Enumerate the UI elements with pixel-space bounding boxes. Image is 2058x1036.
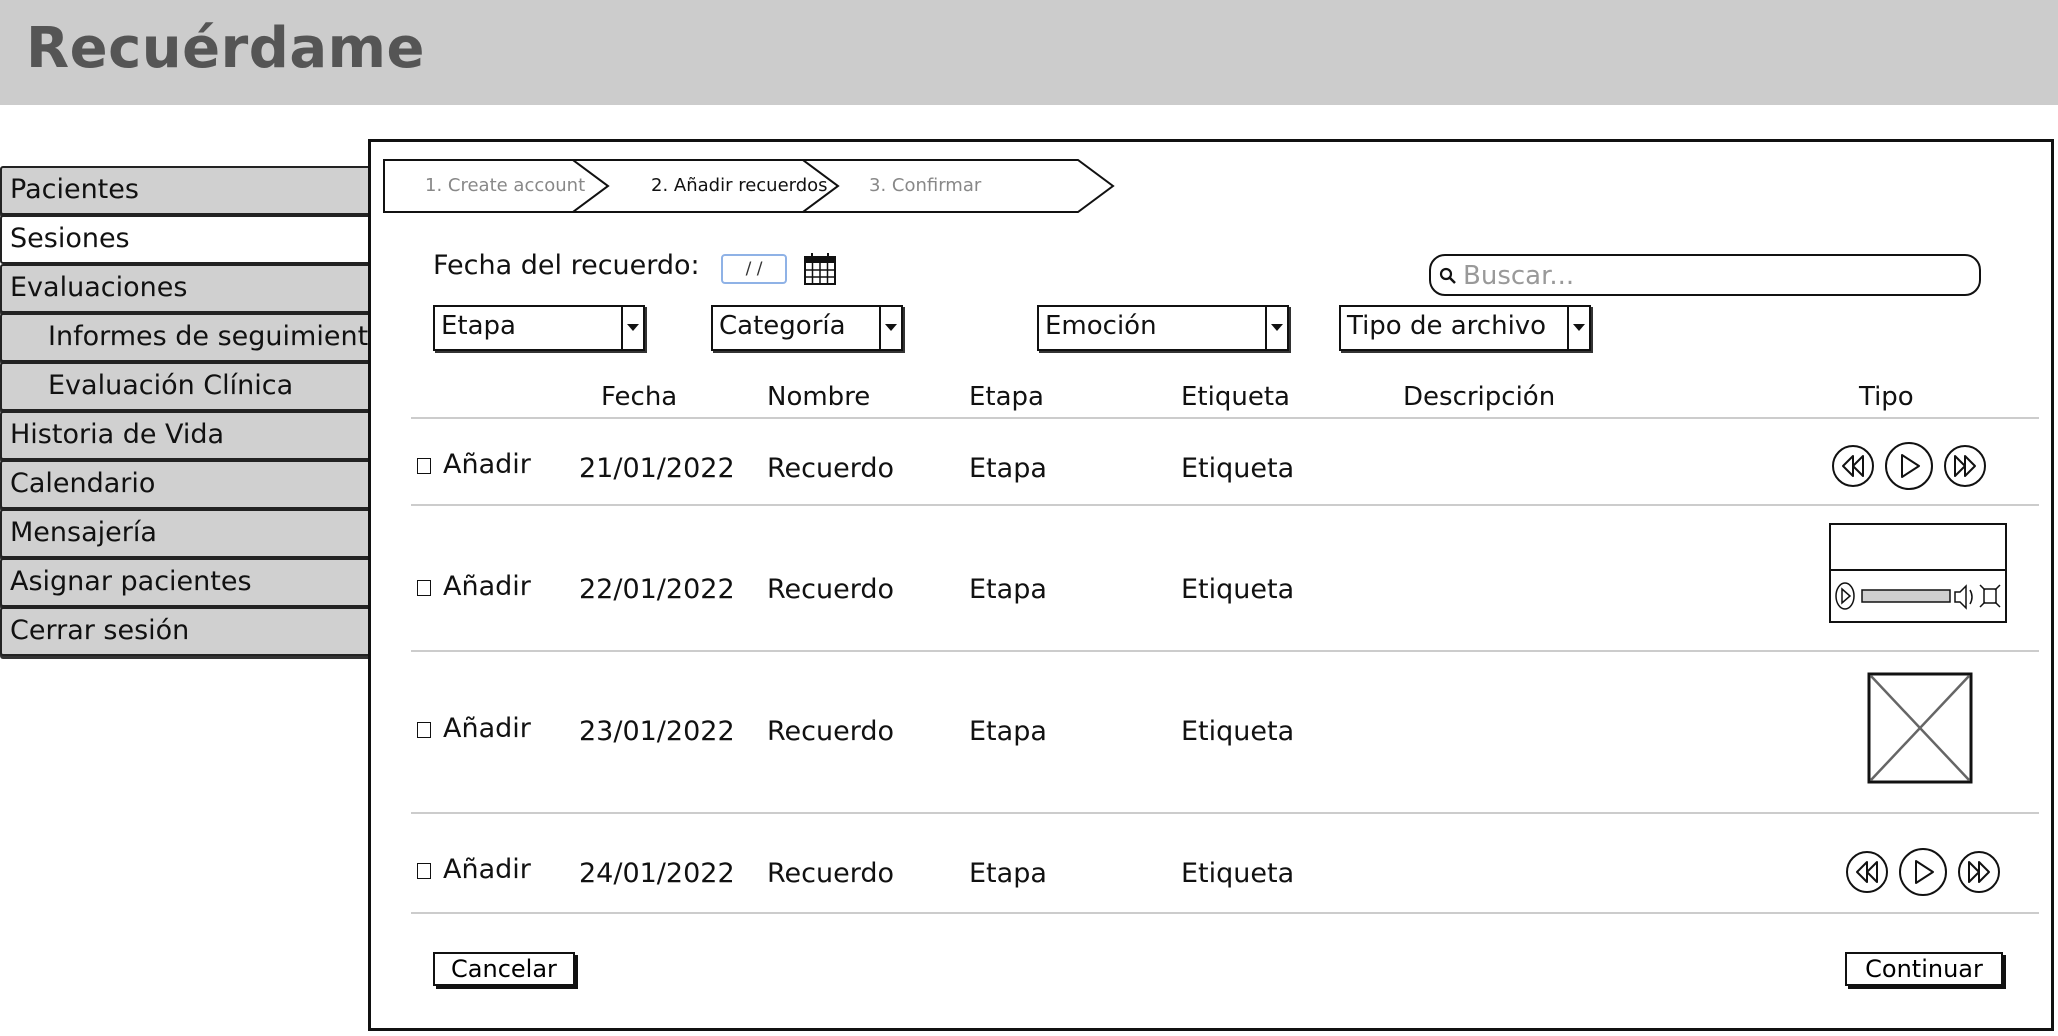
- app-header: Recuérdame: [0, 0, 2058, 105]
- row-etapa: Etapa: [969, 858, 1047, 889]
- cancel-button[interactable]: Cancelar: [433, 952, 575, 986]
- play-icon: [1835, 582, 1855, 610]
- row-nombre: Recuerdo: [767, 716, 895, 747]
- audio-player: [1831, 442, 1991, 496]
- sidebar-item-historia-de-vida[interactable]: Historia de Vida: [0, 411, 372, 460]
- row-etapa: Etapa: [969, 453, 1047, 484]
- sidebar-item-mensajeria[interactable]: Mensajería: [0, 509, 372, 558]
- table-divider: [411, 912, 2039, 914]
- sidebar-item-calendario[interactable]: Calendario: [0, 460, 372, 509]
- add-checkbox-label: Añadir: [443, 854, 531, 885]
- column-header-etiqueta: Etiqueta: [1181, 382, 1290, 412]
- add-checkbox[interactable]: [417, 580, 431, 596]
- column-header-descripcion: Descripción: [1403, 382, 1556, 412]
- sidebar-item-pacientes[interactable]: Pacientes: [0, 166, 372, 215]
- etapa-select[interactable]: Etapa: [433, 305, 645, 351]
- play-icon: [1885, 442, 1933, 490]
- add-checkbox[interactable]: [417, 458, 431, 474]
- date-input[interactable]: / /: [721, 254, 787, 284]
- sidebar-item-informes-seguimiento[interactable]: Informes de seguimiento: [0, 313, 385, 362]
- audio-player: [1845, 848, 2005, 902]
- row-nombre: Recuerdo: [767, 858, 895, 889]
- tipo-archivo-select-value: Tipo de archivo: [1347, 311, 1547, 341]
- video-player[interactable]: [1829, 523, 2009, 629]
- sidebar-nav: Pacientes Sesiones Evaluaciones Informes…: [0, 166, 385, 656]
- main-panel: 1. Create account 2. Añadir recuerdos 3.…: [368, 139, 2054, 1031]
- add-checkbox-label: Añadir: [443, 449, 531, 480]
- sidebar-item-sesiones[interactable]: Sesiones: [0, 215, 372, 264]
- image-placeholder-icon: [1867, 672, 1973, 788]
- add-checkbox-label: Añadir: [443, 713, 531, 744]
- fast-forward-icon: [1958, 851, 2000, 893]
- tipo-archivo-select[interactable]: Tipo de archivo: [1339, 305, 1591, 351]
- column-header-tipo: Tipo: [1859, 382, 1914, 412]
- wizard-step-confirmar[interactable]: 3. Confirmar: [869, 158, 981, 214]
- calendar-icon[interactable]: [803, 252, 837, 290]
- rewind-icon: [1846, 851, 1888, 893]
- table-divider: [411, 417, 2039, 419]
- continue-button[interactable]: Continuar: [1845, 952, 2003, 986]
- row-fecha: 22/01/2022: [579, 574, 735, 605]
- add-checkbox-label: Añadir: [443, 571, 531, 602]
- chevron-down-icon: [879, 307, 901, 349]
- categoria-select[interactable]: Categoría: [711, 305, 903, 351]
- row-etiqueta: Etiqueta: [1181, 453, 1295, 484]
- table-divider: [411, 812, 2039, 814]
- table-divider: [411, 504, 2039, 506]
- row-etiqueta: Etiqueta: [1181, 574, 1295, 605]
- column-header-fecha: Fecha: [601, 382, 678, 412]
- chevron-down-icon: [621, 307, 643, 349]
- column-header-nombre: Nombre: [767, 382, 871, 412]
- row-etiqueta: Etiqueta: [1181, 716, 1295, 747]
- row-fecha: 21/01/2022: [579, 453, 735, 484]
- app-title: Recuérdame: [26, 16, 425, 81]
- row-fecha: 23/01/2022: [579, 716, 735, 747]
- fast-forward-icon: [1944, 445, 1986, 487]
- etapa-select-value: Etapa: [441, 311, 516, 341]
- search-icon: [1439, 267, 1457, 289]
- add-checkbox[interactable]: [417, 863, 431, 879]
- categoria-select-value: Categoría: [719, 311, 846, 341]
- row-fecha: 24/01/2022: [579, 858, 735, 889]
- fecha-recuerdo-label: Fecha del recuerdo:: [433, 250, 700, 281]
- play-icon: [1899, 848, 1947, 896]
- add-checkbox[interactable]: [417, 722, 431, 738]
- chevron-down-icon: [1567, 307, 1589, 349]
- row-nombre: Recuerdo: [767, 574, 895, 605]
- sidebar-item-cerrar-sesion[interactable]: Cerrar sesión: [0, 607, 372, 656]
- emocion-select[interactable]: Emoción: [1037, 305, 1289, 351]
- progress-track: [1861, 589, 1951, 603]
- sidebar-item-evaluaciones[interactable]: Evaluaciones: [0, 264, 372, 313]
- row-etiqueta: Etiqueta: [1181, 858, 1295, 889]
- search-box[interactable]: [1429, 254, 1981, 296]
- wizard-step-anadir-recuerdos[interactable]: 2. Añadir recuerdos: [651, 158, 828, 214]
- rewind-icon: [1832, 445, 1874, 487]
- row-nombre: Recuerdo: [767, 453, 895, 484]
- emocion-select-value: Emoción: [1045, 311, 1157, 341]
- sidebar-item-evaluacion-clinica[interactable]: Evaluación Clínica: [0, 362, 372, 411]
- sidebar-item-asignar-pacientes[interactable]: Asignar pacientes: [0, 558, 372, 607]
- column-header-etapa: Etapa: [969, 382, 1044, 412]
- wizard-step-create-account[interactable]: 1. Create account: [425, 158, 585, 214]
- table-divider: [411, 650, 2039, 652]
- search-input[interactable]: [1461, 259, 1965, 293]
- row-etapa: Etapa: [969, 716, 1047, 747]
- chevron-down-icon: [1265, 307, 1287, 349]
- row-etapa: Etapa: [969, 574, 1047, 605]
